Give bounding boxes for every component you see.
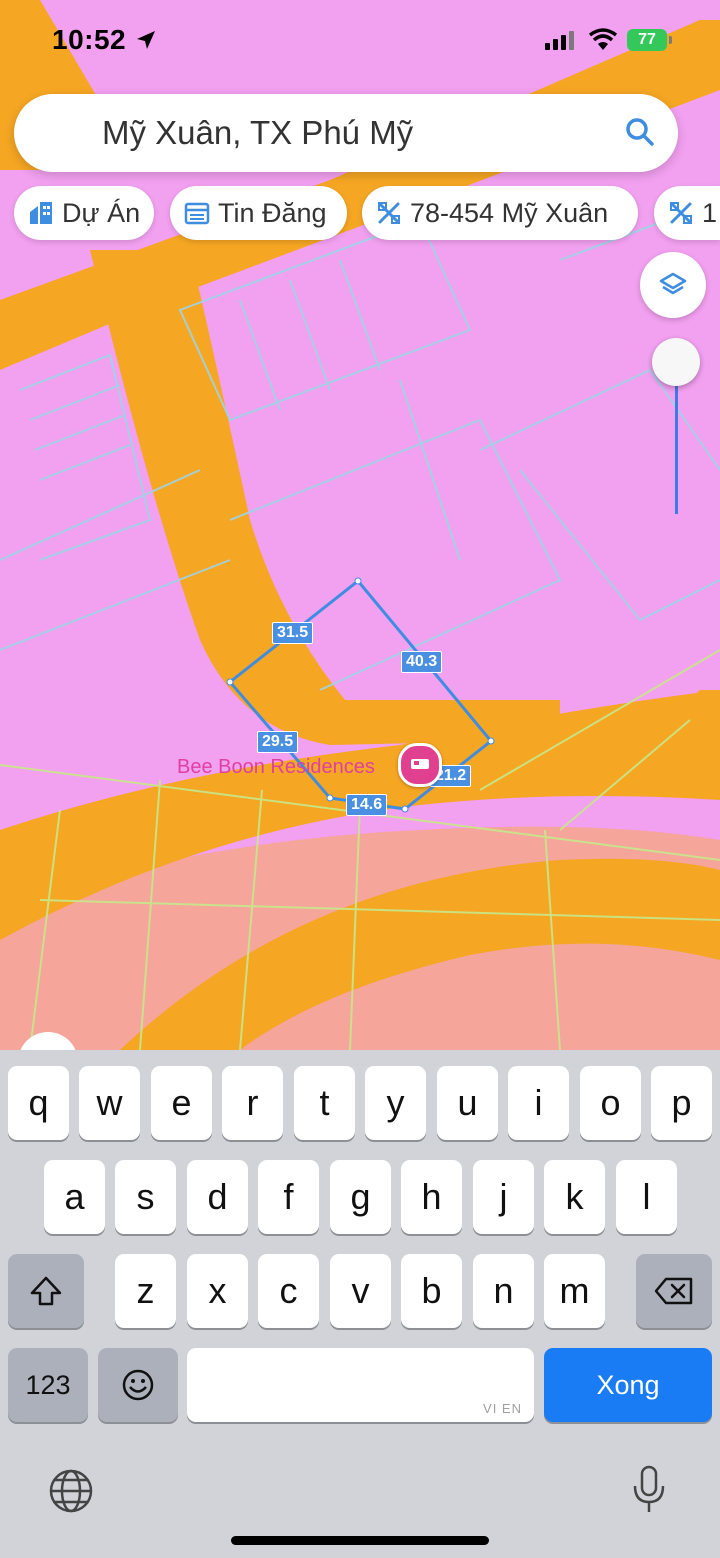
keyboard: q w e r t y u i o p a s d f g h j k l z …	[0, 1050, 720, 1558]
location-arrow-icon	[137, 31, 155, 49]
chip-parcel[interactable]: 78-454 Mỹ Xuân	[362, 186, 638, 240]
key-q[interactable]: q	[8, 1066, 69, 1140]
key-x[interactable]: x	[187, 1254, 248, 1328]
space-bar[interactable]: VI EN	[187, 1348, 534, 1422]
chip-label: Dự Án	[62, 197, 141, 228]
wifi-icon	[588, 28, 618, 50]
listing-icon	[184, 202, 210, 225]
key-y[interactable]: y	[365, 1066, 426, 1140]
key-g[interactable]: g	[330, 1160, 391, 1234]
measurement-label: 14.6	[346, 794, 388, 816]
key-j[interactable]: j	[473, 1160, 534, 1234]
key-r[interactable]: r	[222, 1066, 283, 1140]
measurement-label: 31.5	[272, 622, 314, 644]
search-input[interactable]: Mỹ Xuân, TX Phú Mỹ	[102, 114, 413, 152]
key-o[interactable]: o	[580, 1066, 641, 1140]
backspace-icon	[654, 1277, 693, 1305]
layers-icon	[659, 272, 687, 295]
key-d[interactable]: d	[187, 1160, 248, 1234]
microphone-icon[interactable]	[630, 1464, 668, 1516]
backspace-key[interactable]	[636, 1254, 712, 1328]
opacity-slider-handle[interactable]	[652, 338, 700, 386]
chip-label: 1	[702, 197, 718, 228]
key-a[interactable]: a	[44, 1160, 105, 1234]
key-z[interactable]: z	[115, 1254, 176, 1328]
battery-indicator: 77	[627, 29, 667, 51]
key-h[interactable]: h	[401, 1160, 462, 1234]
emoji-icon	[122, 1369, 154, 1401]
language-hint: VI EN	[483, 1401, 522, 1416]
emoji-key[interactable]	[98, 1348, 178, 1422]
key-w[interactable]: w	[79, 1066, 140, 1140]
chip-du-an[interactable]: Dự Án	[14, 186, 154, 240]
parcel-icon	[378, 202, 400, 224]
filter-chips: Dự Án Tin Đăng 78-454 Mỹ Xuân 1	[0, 186, 720, 242]
key-k[interactable]: k	[544, 1160, 605, 1234]
search-icon[interactable]	[624, 116, 656, 148]
key-e[interactable]: e	[151, 1066, 212, 1140]
clock: 10:52	[52, 24, 127, 55]
numbers-key[interactable]: 123	[8, 1348, 88, 1422]
poi-label[interactable]: Bee Boon Residences	[177, 756, 375, 779]
shift-key[interactable]	[8, 1254, 84, 1328]
key-f[interactable]: f	[258, 1160, 319, 1234]
key-u[interactable]: u	[437, 1066, 498, 1140]
key-c[interactable]: c	[258, 1254, 319, 1328]
measurement-label: 40.3	[401, 651, 443, 673]
search-bar[interactable]: Mỹ Xuân, TX Phú Mỹ	[14, 94, 678, 172]
key-t[interactable]: t	[294, 1066, 355, 1140]
key-p[interactable]: p	[651, 1066, 712, 1140]
chip-tin-dang[interactable]: Tin Đăng	[170, 186, 347, 240]
key-v[interactable]: v	[330, 1254, 391, 1328]
cellular-signal-icon	[545, 31, 574, 50]
hotel-pin-icon[interactable]	[398, 743, 442, 787]
opacity-slider-track[interactable]	[675, 380, 678, 514]
parcel-icon	[670, 202, 692, 224]
key-i[interactable]: i	[508, 1066, 569, 1140]
home-indicator[interactable]	[231, 1536, 489, 1545]
key-s[interactable]: s	[115, 1160, 176, 1234]
chip-label: 78-454 Mỹ Xuân	[410, 197, 609, 228]
layers-button[interactable]	[640, 252, 706, 318]
shift-icon	[30, 1276, 62, 1306]
key-b[interactable]: b	[401, 1254, 462, 1328]
battery-nub	[669, 36, 672, 44]
done-button[interactable]: Xong	[544, 1348, 712, 1422]
building-icon	[30, 202, 52, 224]
measurement-label: 29.5	[257, 731, 299, 753]
chip-label: Tin Đăng	[218, 197, 327, 228]
key-l[interactable]: l	[616, 1160, 677, 1234]
chip-parcel-2[interactable]: 1	[654, 186, 720, 240]
status-bar: 10:52 77	[0, 0, 720, 84]
key-n[interactable]: n	[473, 1254, 534, 1328]
key-m[interactable]: m	[544, 1254, 605, 1328]
globe-icon[interactable]	[48, 1468, 94, 1514]
